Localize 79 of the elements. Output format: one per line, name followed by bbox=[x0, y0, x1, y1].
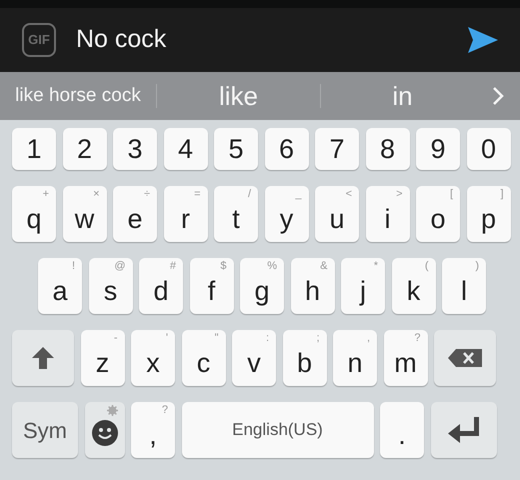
key[interactable]: , ? bbox=[131, 402, 175, 458]
key-hint: , bbox=[366, 333, 370, 344]
key[interactable]: k ( bbox=[392, 258, 436, 314]
backspace-key[interactable] bbox=[434, 330, 496, 386]
message-text: No cock bbox=[76, 24, 168, 56]
key[interactable]: l ) bbox=[442, 258, 486, 314]
shift-key[interactable] bbox=[12, 330, 74, 386]
key-hint: [ bbox=[450, 189, 453, 200]
key[interactable]: z - bbox=[80, 330, 124, 386]
key-hint: " bbox=[214, 333, 218, 344]
key[interactable]: q + bbox=[12, 186, 56, 242]
key[interactable]: 0 bbox=[466, 128, 510, 170]
key-hint: ( bbox=[424, 261, 428, 272]
key[interactable]: n , bbox=[333, 330, 377, 386]
key-hint: ! bbox=[72, 261, 75, 272]
key[interactable]: f $ bbox=[190, 258, 234, 314]
key-hint: ; bbox=[316, 333, 320, 344]
key-hint: $ bbox=[220, 261, 226, 272]
space-key[interactable]: English(US) bbox=[182, 402, 374, 458]
key-hint: × bbox=[93, 189, 100, 200]
key[interactable]: 9 bbox=[416, 128, 460, 170]
key-hint: < bbox=[346, 189, 352, 200]
key-hint: : bbox=[266, 333, 269, 344]
key[interactable]: 4 bbox=[164, 128, 208, 170]
key-hint: = bbox=[194, 189, 200, 200]
key[interactable]: g % bbox=[240, 258, 284, 314]
key[interactable]: a ! bbox=[38, 258, 82, 314]
key-hint: @ bbox=[114, 261, 126, 272]
key-hint: _ bbox=[295, 189, 302, 200]
key[interactable]: d # bbox=[139, 258, 183, 314]
key-hint: & bbox=[320, 261, 328, 272]
symbols-key[interactable]: Sym bbox=[12, 402, 78, 458]
key-hint: / bbox=[248, 189, 251, 200]
key-hint: ' bbox=[166, 333, 168, 344]
key[interactable]: 8 bbox=[366, 128, 410, 170]
key-hint: * bbox=[374, 261, 378, 272]
key[interactable]: y _ bbox=[264, 186, 308, 242]
key[interactable]: 7 bbox=[315, 128, 359, 170]
key-hint: ? bbox=[162, 405, 168, 416]
key[interactable]: p ] bbox=[466, 186, 510, 242]
key[interactable]: i > bbox=[366, 186, 410, 242]
key-hint: ÷ bbox=[144, 189, 150, 200]
key[interactable]: u < bbox=[315, 186, 359, 242]
key[interactable]: w × bbox=[62, 186, 106, 242]
emoji-key[interactable] bbox=[84, 402, 124, 458]
key[interactable]: 6 bbox=[264, 128, 308, 170]
key[interactable]: b ; bbox=[282, 330, 326, 386]
key[interactable]: . bbox=[380, 402, 424, 458]
key-hint: > bbox=[396, 189, 402, 200]
send-icon[interactable] bbox=[468, 27, 498, 53]
enter-key[interactable] bbox=[430, 402, 496, 458]
key[interactable]: h & bbox=[290, 258, 334, 314]
key-hint: ] bbox=[500, 189, 504, 200]
smiley-icon bbox=[92, 420, 118, 446]
key-hint: ? bbox=[414, 333, 420, 344]
key[interactable]: v : bbox=[232, 330, 276, 386]
key[interactable]: c " bbox=[182, 330, 226, 386]
key-hint: ) bbox=[475, 261, 479, 272]
key[interactable]: e ÷ bbox=[113, 186, 157, 242]
key-hint: % bbox=[267, 261, 277, 272]
key[interactable]: j * bbox=[341, 258, 385, 314]
enter-icon bbox=[448, 417, 480, 443]
key[interactable]: 5 bbox=[214, 128, 258, 170]
key[interactable]: 2 bbox=[62, 128, 106, 170]
chevron-icon[interactable] bbox=[492, 86, 504, 106]
key[interactable]: r = bbox=[164, 186, 208, 242]
key[interactable]: x ' bbox=[131, 330, 175, 386]
shift-icon bbox=[31, 346, 55, 370]
key[interactable]: 1 bbox=[12, 128, 56, 170]
key[interactable]: o [ bbox=[416, 186, 460, 242]
key-hint: + bbox=[42, 189, 49, 200]
key-hint: # bbox=[170, 261, 176, 272]
key[interactable]: s @ bbox=[88, 258, 132, 314]
key[interactable]: t / bbox=[214, 186, 258, 242]
gear-icon bbox=[106, 405, 118, 416]
key[interactable]: 3 bbox=[113, 128, 157, 170]
key[interactable]: m ? bbox=[384, 330, 428, 386]
key-hint: - bbox=[114, 333, 118, 344]
backspace-icon bbox=[448, 349, 482, 367]
